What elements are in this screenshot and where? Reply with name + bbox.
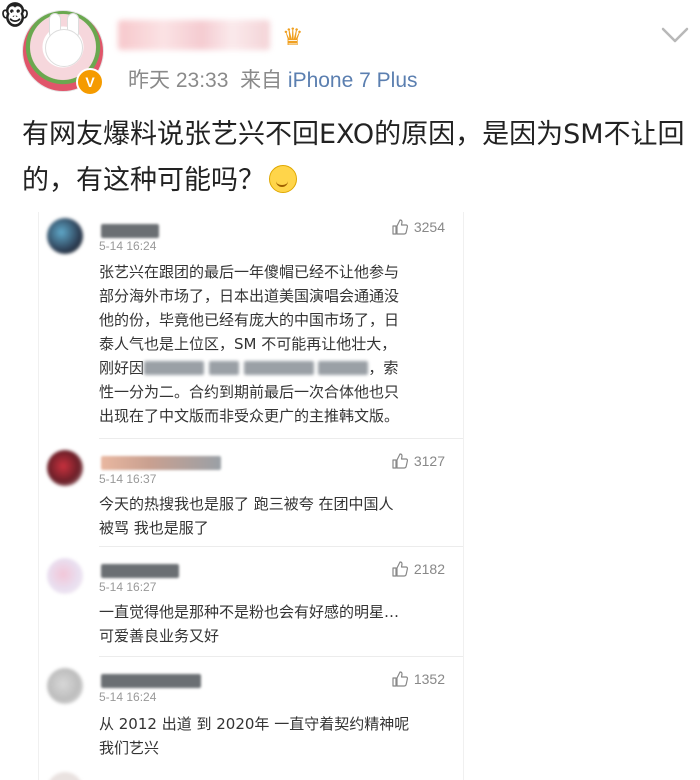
emoji-icon: [269, 165, 297, 193]
comment-line-start: 刚好因: [99, 359, 145, 377]
commenter-name-redacted[interactable]: [101, 224, 159, 238]
comment-line-end: ，索: [368, 359, 399, 377]
like-count: 3254: [413, 219, 445, 235]
comment-line: 可爱善良业务又好: [99, 627, 220, 645]
divider: [99, 546, 463, 547]
divider: [99, 656, 463, 657]
commenter-name-redacted[interactable]: [101, 564, 179, 578]
comment-time: 5-14 16:27: [99, 580, 157, 594]
comment-time: 5-14 16:37: [99, 472, 157, 486]
mascot-icon: 🐵: [0, 2, 31, 32]
redacted-text: [318, 361, 369, 375]
comment-line: 一直觉得他是那种不是粉也会有好感的明星…: [99, 603, 400, 621]
avatar-face: [45, 29, 83, 67]
comment-text: 一直觉得他是那种不是粉也会有好感的明星… 可爱善良业务又好: [99, 600, 451, 648]
commenter-avatar[interactable]: [47, 772, 83, 780]
comment-line: 被骂 我也是服了: [99, 519, 209, 537]
source-prefix: 来自: [240, 69, 283, 92]
post-text: 有网友爆料说张艺兴不回EXO的原因，是因为SM不让回的，有这种可能吗？: [22, 112, 687, 204]
comment-text: 张艺兴在跟团的最后一年傻帽已经不让他参与 部分海外市场了，日本出道美国演唱会通通…: [99, 260, 451, 428]
comment-line: 从 2012 出道 到 2020年 一直守着契约精神呢: [99, 715, 410, 733]
crown-icon[interactable]: ♛: [282, 22, 312, 52]
thumbs-up-icon: [392, 671, 408, 687]
like-count: 2182: [413, 561, 445, 577]
comment-text: 从 2012 出道 到 2020年 一直守着契约精神呢 我们艺兴: [99, 712, 451, 760]
like-button[interactable]: 3127: [391, 452, 445, 470]
commenter-name-redacted[interactable]: [101, 674, 201, 688]
comment-line: 出现在了中文版而非受众更广的主推韩文版。: [99, 407, 400, 425]
commenter-name-redacted[interactable]: [101, 456, 221, 470]
thumbs-up-icon: [392, 219, 408, 235]
post-meta: 昨天 23:33 来自 iPhone 7 Plus: [128, 64, 418, 94]
username-redacted[interactable]: [118, 20, 270, 50]
source-device-link[interactable]: iPhone 7 Plus: [288, 69, 418, 92]
redacted-text: [243, 361, 314, 375]
commenter-avatar[interactable]: [47, 558, 83, 594]
commenter-avatar[interactable]: [47, 450, 83, 486]
comment-time: 5-14 16:24: [99, 239, 157, 253]
divider: [99, 438, 463, 439]
commenter-avatar[interactable]: [47, 668, 83, 704]
like-button[interactable]: 1352: [391, 670, 445, 688]
chevron-down-icon[interactable]: [660, 24, 690, 46]
like-count: 3127: [413, 453, 445, 469]
verified-icon: V: [76, 68, 104, 96]
comment-line: 性一分为二。合约到期前最后一次合体他也只: [99, 383, 400, 401]
thumbs-up-icon: [392, 453, 408, 469]
redacted-text: [208, 361, 239, 375]
comment-line: 张艺兴在跟团的最后一年傻帽已经不让他参与: [99, 263, 400, 281]
like-button[interactable]: 2182: [391, 560, 445, 578]
thumbs-up-icon: [392, 561, 408, 577]
comment-line: 今天的热搜我也是服了 跑三被夸 在团中国人: [99, 495, 394, 513]
comment-line: 部分海外市场了，日本出道美国演唱会通通没: [99, 287, 400, 305]
comment-time: 5-14 16:24: [99, 690, 157, 704]
comment-line: 我们艺兴: [99, 739, 160, 757]
redacted-text: [144, 361, 205, 375]
commenter-avatar[interactable]: [47, 218, 83, 254]
embedded-comments-image: 5-14 16:24 3254 张艺兴在跟团的最后一年傻帽已经不让他参与 部分海…: [38, 212, 464, 780]
comment-line: 泰人气也是上位区，SM 不可能再让他壮大，: [99, 335, 397, 353]
comment-text: 今天的热搜我也是服了 跑三被夸 在团中国人 被骂 我也是服了: [99, 492, 451, 540]
comment-line: 他的份，毕竟他已经有庞大的中国市场了，日: [99, 311, 400, 329]
like-button[interactable]: 3254: [391, 218, 445, 236]
post-timestamp: 昨天 23:33: [128, 69, 229, 92]
post-text-content: 有网友爆料说张艺兴不回EXO的原因，是因为SM不让回的，有这种可能吗？: [22, 119, 685, 196]
comment-line: 刚好因 ，索: [99, 356, 451, 380]
like-count: 1352: [413, 671, 445, 687]
